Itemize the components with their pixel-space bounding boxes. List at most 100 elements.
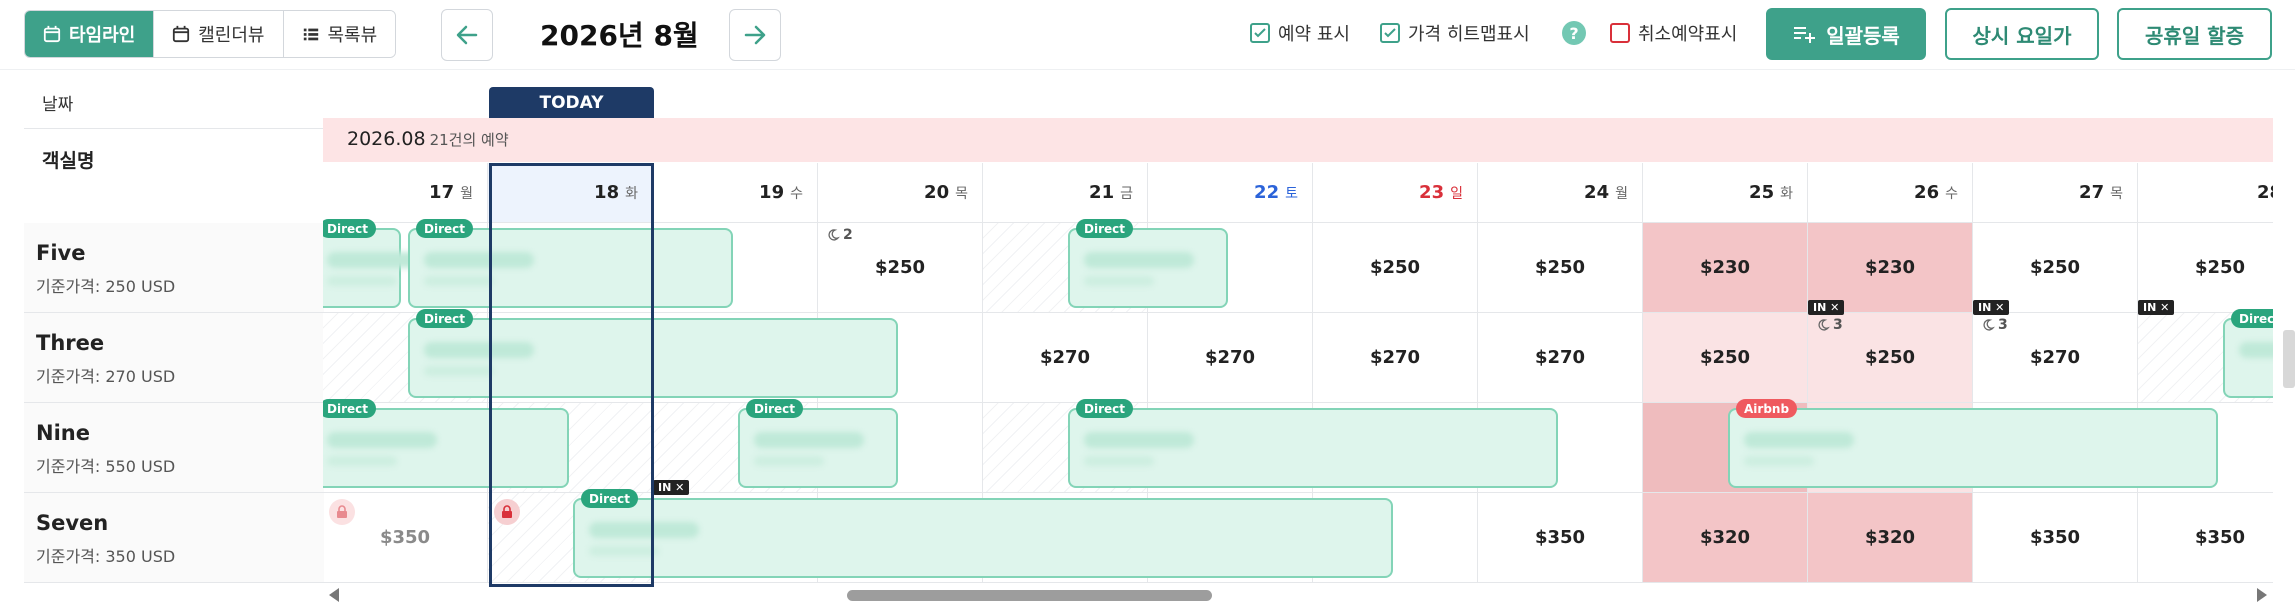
checkin-label: IN (2143, 301, 2157, 314)
show-reservations-checkbox[interactable]: 예약 표시 (1250, 20, 1350, 46)
guest-count: 3 (1998, 317, 2008, 333)
price-cell[interactable]: $250 (1478, 223, 1643, 313)
view-switcher: 타임라인 캘린더뷰 목록뷰 (24, 10, 397, 58)
weekday: 토 (1285, 185, 1298, 202)
weekday: 일 (1450, 185, 1463, 202)
source-badge-airbnb: Airbnb (1736, 399, 1798, 418)
day-header: 25 화 (1643, 163, 1808, 223)
checkin-tag: IN ✕ (1808, 300, 1845, 315)
moon-icon (828, 229, 840, 241)
day-number: 24 (1584, 182, 1610, 203)
booking-bar[interactable]: Direct (323, 219, 437, 308)
holiday-surcharge-button[interactable]: 공휴일 할증 (2117, 8, 2272, 60)
price-cell-heatmap[interactable]: 3 $250 (1808, 313, 1973, 403)
help-icon[interactable]: ? (1562, 21, 1586, 45)
scrollbar-thumb[interactable] (847, 590, 1212, 601)
lock-icon (494, 499, 520, 525)
booking-detail-blurred (1744, 456, 1814, 466)
price-heatmap-checkbox[interactable]: 가격 히트맵표시 (1380, 20, 1530, 46)
price-cell[interactable]: $350 (1478, 493, 1643, 583)
room-row-three[interactable]: Three 기준가격: 270 USD (24, 313, 324, 403)
weekday: 월 (1615, 185, 1628, 202)
date-column-label: 날짜 (42, 95, 74, 115)
checkin-tag: IN ✕ (1973, 300, 2010, 315)
booking-detail-blurred (327, 456, 397, 466)
guest-name-blurred (589, 522, 699, 538)
next-month-button[interactable] (729, 9, 781, 61)
show-cancelled-checkbox[interactable]: 취소예약표시 (1610, 20, 1737, 46)
price-cell[interactable]: $270 (1313, 313, 1478, 403)
price-cell[interactable]: $250 (1313, 223, 1478, 313)
price-cell[interactable]: 2 $250 (818, 223, 983, 313)
booking-bar[interactable]: Direct (2223, 309, 2273, 398)
day-header-today: 18 화 (488, 163, 653, 223)
calendar-icon (173, 25, 190, 43)
checkin-tag: IN ✕ (2138, 300, 2175, 315)
timeline-view-button[interactable]: 타임라인 (25, 11, 155, 57)
booking-bar[interactable]: Direct (323, 399, 569, 488)
scroll-right-icon[interactable] (2257, 588, 2267, 602)
checkin-tag: IN ✕ (653, 480, 690, 495)
room-row-seven[interactable]: Seven 기준가격: 350 USD (24, 493, 324, 583)
booking-bar[interactable]: Direct (573, 489, 1393, 578)
guest-name-blurred (1744, 432, 1854, 448)
horizontal-scrollbar[interactable] (323, 584, 2273, 606)
booking-detail-blurred (424, 366, 494, 376)
list-view-button[interactable]: 목록뷰 (283, 11, 396, 57)
source-badge-direct: Direct (1076, 219, 1133, 238)
divider (24, 128, 324, 129)
room-base-price: 기준가격: 550 USD (36, 457, 176, 476)
day-header: 20 목 (818, 163, 983, 223)
checkin-label: IN (1813, 301, 1827, 314)
room-base-price: 기준가격: 250 USD (36, 277, 176, 296)
room-row-nine[interactable]: Nine 기준가격: 550 USD (24, 403, 324, 493)
day-header-saturday: 22 토 (1148, 163, 1313, 223)
guest-counter: 3 (1981, 317, 2008, 333)
scroll-left-icon[interactable] (329, 588, 339, 602)
source-badge-direct: Direct (323, 399, 376, 418)
list-view-label: 목록뷰 (327, 25, 378, 46)
price-cell-heatmap[interactable]: $230 (1643, 223, 1808, 313)
regular-rate-button[interactable]: 상시 요일가 (1945, 8, 2099, 60)
guest-name-blurred (754, 432, 864, 448)
checkbox-checked-icon (1380, 23, 1400, 43)
booking-bar[interactable]: Direct (408, 309, 898, 398)
day-number: 25 (1749, 182, 1775, 203)
weekday: 화 (625, 185, 638, 202)
day-number: 18 (594, 182, 620, 203)
booking-bar[interactable]: Direct (1068, 399, 1558, 488)
room-name: Three (36, 331, 105, 355)
day-header: 26 수 (1808, 163, 1973, 223)
room-name: Five (36, 241, 86, 265)
weekday: 월 (460, 185, 473, 202)
list-icon (303, 28, 318, 41)
holiday-surcharge-label: 공휴일 할증 (2145, 23, 2244, 48)
booking-detail-blurred (424, 276, 494, 286)
booking-bar[interactable]: Direct (738, 399, 898, 488)
room-base-price: 기준가격: 350 USD (36, 547, 176, 566)
price-cell-heatmap[interactable]: $250 (1643, 313, 1808, 403)
price-cell[interactable]: $350 (2138, 493, 2273, 583)
moon-icon (1818, 319, 1830, 331)
price-cell[interactable]: $350 (1973, 493, 2138, 583)
bulk-register-button[interactable]: 일괄등록 (1766, 8, 1926, 60)
price-cell[interactable]: $270 (1478, 313, 1643, 403)
booking-bar[interactable]: Direct (1068, 219, 1228, 308)
booking-bar[interactable]: Airbnb (1728, 399, 2218, 488)
price-cell-blocked[interactable]: $350 (323, 493, 488, 583)
prev-month-button[interactable] (441, 9, 493, 61)
room-row-five[interactable]: Five 기준가격: 250 USD (24, 223, 324, 313)
price-cell[interactable]: 3 $270 (1973, 313, 2138, 403)
vertical-scrollbar-thumb[interactable] (2283, 330, 2295, 388)
price-cell-heatmap[interactable]: $320 (1808, 493, 1973, 583)
price-cell[interactable]: $270 (983, 313, 1148, 403)
day-header: 21 금 (983, 163, 1148, 223)
price-value: $250 (1864, 347, 1916, 368)
show-cancelled-label: 취소예약표시 (1638, 24, 1738, 45)
booking-bar[interactable]: Direct (408, 219, 733, 308)
price-cell[interactable]: $270 (1148, 313, 1313, 403)
guest-name-blurred (327, 432, 437, 448)
price-cell-heatmap[interactable]: $320 (1643, 493, 1808, 583)
day-number: 27 (2079, 182, 2105, 203)
calendar-view-button[interactable]: 캘린더뷰 (154, 11, 284, 57)
